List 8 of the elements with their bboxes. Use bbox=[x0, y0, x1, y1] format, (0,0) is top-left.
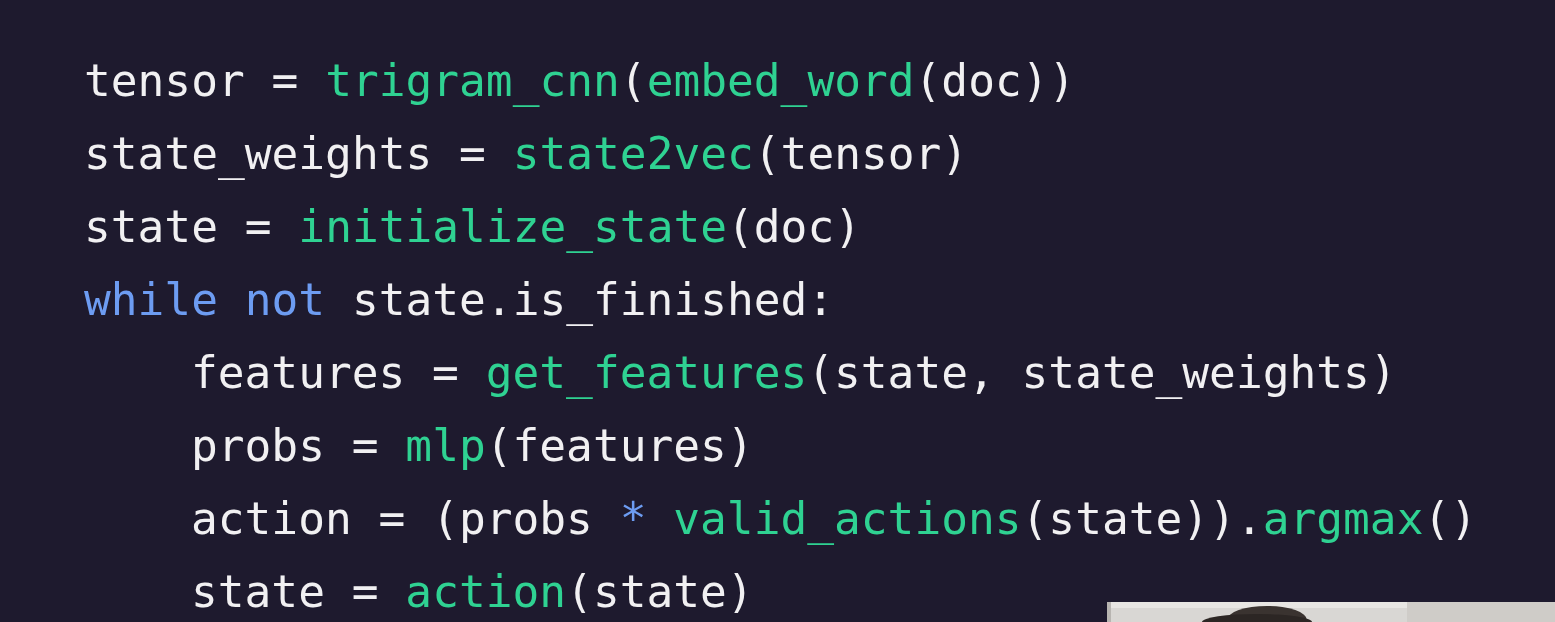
code-line: features = get_features(state, state_weights) bbox=[191, 346, 1397, 401]
code-line: tensor = trigram_cnn(embed_word(doc)) bbox=[84, 54, 1076, 109]
code-line: action = (probs * valid_actions(state)).argmax() bbox=[191, 492, 1478, 547]
code-line: state = initialize_state(doc) bbox=[84, 200, 861, 255]
code-line: state_weights = state2vec(tensor) bbox=[84, 127, 969, 182]
code-line: state = action(state) bbox=[191, 565, 754, 619]
code-line: probs = mlp(features) bbox=[191, 419, 754, 473]
code-line: while not state.is_finished: bbox=[84, 273, 835, 328]
